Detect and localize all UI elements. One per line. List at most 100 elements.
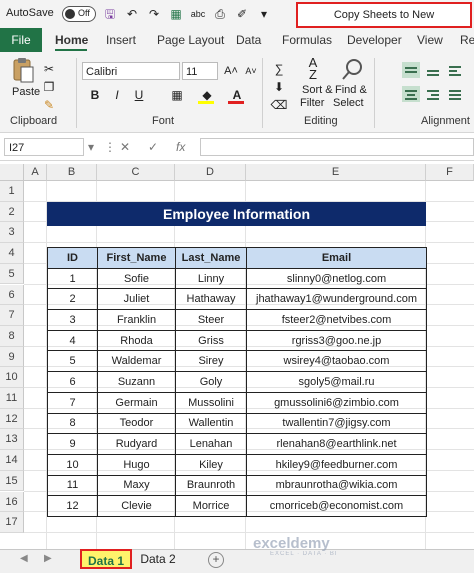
find-select-label-1[interactable]: Find & [335, 84, 367, 96]
sheet-banner-title[interactable]: Employee Information [47, 202, 426, 226]
cell-email[interactable]: hkiley9@feedburner.com [246, 453, 427, 476]
cell-first-name[interactable]: Hugo [97, 453, 176, 476]
find-select-icon[interactable] [340, 57, 366, 83]
row-header[interactable]: 17 [0, 512, 24, 533]
column-header-b[interactable]: B [47, 164, 97, 181]
cell-email[interactable]: rlenahan8@earthlink.net [246, 433, 427, 455]
row-header[interactable]: 14 [0, 450, 24, 471]
cell-last-name[interactable]: Morrice [175, 495, 247, 517]
copy-icon[interactable]: ❐ [40, 78, 58, 96]
find-select-label-2[interactable]: Select [333, 97, 364, 109]
cancel-icon[interactable]: ✕ [120, 138, 130, 156]
bold-icon[interactable]: B [86, 86, 104, 104]
cell-id[interactable]: 5 [47, 350, 98, 373]
cell-last-name[interactable]: Hathaway [175, 288, 247, 311]
enter-icon[interactable]: ✓ [148, 138, 158, 156]
tab-developer[interactable]: Developer [347, 28, 402, 52]
cell-id[interactable]: 4 [47, 329, 98, 352]
cell-last-name[interactable]: Kiley [175, 453, 247, 476]
cell-email[interactable]: rgriss3@goo.ne.jp [246, 329, 427, 352]
tab-data[interactable]: Data [236, 28, 261, 52]
cell-first-name[interactable]: Juliet [97, 288, 176, 311]
sort-filter-label-1[interactable]: Sort & [302, 84, 333, 96]
fill-down-icon[interactable]: ⬇ [270, 78, 288, 96]
cell-id[interactable]: 2 [47, 288, 98, 311]
name-box[interactable]: I27 [4, 138, 84, 156]
align-left-ribbon-icon[interactable] [446, 62, 464, 78]
header-last-name[interactable]: Last_Name [175, 247, 247, 269]
add-sheet-button[interactable]: + [208, 552, 224, 568]
align-right-icon[interactable] [424, 86, 442, 102]
cell-email[interactable]: mbraunrotha@wikia.com [246, 474, 427, 497]
cell-last-name[interactable]: Goly [175, 371, 247, 393]
tab-review[interactable]: Re [460, 28, 474, 52]
align-center-icon[interactable] [402, 86, 420, 102]
save-icon[interactable]: 🖫 [102, 6, 118, 22]
cell-last-name[interactable]: Sirey [175, 350, 247, 373]
cell-first-name[interactable]: Maxy [97, 474, 176, 497]
column-header-d[interactable]: D [175, 164, 246, 181]
cell-first-name[interactable]: Germain [97, 391, 176, 414]
row-header[interactable]: 12 [0, 408, 24, 430]
sort-filter-label-2[interactable]: Filter [300, 97, 324, 109]
format-painter-ribbon-icon[interactable]: ✎ [40, 96, 58, 114]
italic-icon[interactable]: I [108, 86, 126, 104]
row-header[interactable]: 4 [0, 243, 24, 264]
cell-first-name[interactable]: Suzann [97, 371, 176, 393]
column-header-c[interactable]: C [97, 164, 175, 181]
row-header[interactable]: 2 [0, 201, 24, 223]
tab-view[interactable]: View [417, 28, 443, 52]
cell-email[interactable]: sgoly5@mail.ru [246, 371, 427, 393]
cell-email[interactable]: wsirey4@taobao.com [246, 350, 427, 373]
row-header[interactable]: 1 [0, 181, 24, 202]
cell-first-name[interactable]: Rhoda [97, 329, 176, 352]
cell-id[interactable]: 10 [47, 453, 98, 476]
tab-formulas[interactable]: Formulas [282, 28, 332, 52]
sheet-tab-data-1[interactable]: Data 1 [80, 549, 132, 569]
cell-id[interactable]: 8 [47, 412, 98, 435]
sort-filter-icon[interactable]: AZ [300, 56, 326, 83]
cell-first-name[interactable]: Franklin [97, 309, 176, 331]
more-options-icon[interactable]: ⋮ [104, 138, 116, 156]
cell-email[interactable]: gmussolini6@zimbio.com [246, 391, 427, 414]
cell-last-name[interactable]: Mussolini [175, 391, 247, 414]
cell-last-name[interactable]: Braunroth [175, 474, 247, 497]
header-first-name[interactable]: First_Name [97, 247, 176, 269]
undo-icon[interactable]: ↶ [124, 6, 140, 22]
sheet-tab-data-2[interactable]: Data 2 [138, 549, 178, 569]
row-header[interactable]: 7 [0, 305, 24, 326]
row-header[interactable]: 10 [0, 367, 24, 388]
header-email[interactable]: Email [246, 247, 427, 269]
row-header[interactable]: 9 [0, 346, 24, 368]
cell-first-name[interactable]: Sofie [97, 267, 176, 290]
justify-icon[interactable] [446, 86, 464, 102]
select-all-corner[interactable] [0, 164, 24, 181]
font-name-dropdown[interactable]: Calibri [82, 62, 180, 80]
formula-input[interactable] [200, 138, 474, 156]
cell-id[interactable]: 12 [47, 495, 98, 517]
paste-label[interactable]: Paste [12, 86, 40, 98]
row-header[interactable]: 6 [0, 284, 24, 306]
spelling-icon[interactable]: abc [190, 6, 206, 22]
header-id[interactable]: ID [47, 247, 98, 269]
cell-first-name[interactable]: Teodor [97, 412, 176, 435]
underline-icon[interactable]: U [130, 86, 148, 104]
format-painter-icon[interactable]: ✐ [234, 6, 250, 22]
row-header[interactable]: 5 [0, 263, 24, 285]
cell-last-name[interactable]: Steer [175, 309, 247, 331]
cell-id[interactable]: 9 [47, 433, 98, 455]
customize-toolbar-icon[interactable]: ▾ [256, 6, 272, 22]
cell-email[interactable]: slinny0@netlog.com [246, 267, 427, 290]
cell-id[interactable]: 6 [47, 371, 98, 393]
cell-last-name[interactable]: Griss [175, 329, 247, 352]
namebox-dropdown-icon[interactable]: ▾ [88, 138, 94, 156]
sum-icon[interactable]: ∑ [270, 60, 288, 78]
quick-print-icon[interactable]: ⎙ [212, 6, 228, 22]
align-bottom-icon[interactable] [424, 62, 442, 78]
cell-id[interactable]: 11 [47, 474, 98, 497]
cell-first-name[interactable]: Rudyard [97, 433, 176, 455]
cell-email[interactable]: cmorriceb@economist.com [246, 495, 427, 517]
column-header-e[interactable]: E [246, 164, 426, 181]
row-header[interactable]: 3 [0, 222, 24, 244]
sheet-prev-icon[interactable]: ◀ [20, 553, 28, 564]
